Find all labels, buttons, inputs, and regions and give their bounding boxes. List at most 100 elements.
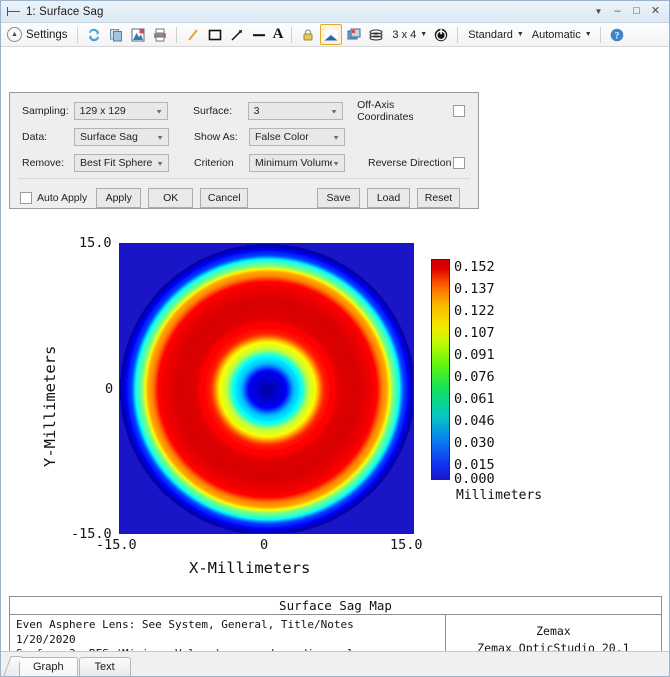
criterion-label: Criterion [194, 157, 234, 169]
settings-button-row: Auto Apply Apply OK Cancel Save Load Res… [10, 185, 478, 211]
colorbar-tick-6: 0.061 [454, 391, 495, 407]
off-axis-coordinates-label: Off-Axis Coordinates [357, 99, 414, 123]
colorbar-tick-3: 0.107 [454, 325, 495, 341]
ok-button[interactable]: OK [148, 188, 194, 208]
chevron-down-icon: ▼ [330, 107, 339, 115]
x-axis-title: X-Millimeters [189, 559, 311, 577]
colorbar-tick-2: 0.122 [454, 303, 495, 319]
criterion-select[interactable]: Minimum Volume ▼ [249, 154, 345, 172]
close-icon[interactable]: ✕ [646, 2, 665, 21]
auto-apply-label: Auto Apply [37, 192, 88, 204]
load-button[interactable]: Load [367, 188, 410, 208]
surface-select[interactable]: 3 ▼ [247, 102, 344, 120]
vendor-name: Zemax [536, 624, 571, 639]
bottom-tabstrip: Graph Text [1, 651, 669, 676]
minimize-icon[interactable]: – [608, 2, 627, 21]
style-selector[interactable]: Standard ▼ [464, 25, 526, 44]
help-icon[interactable]: ? [607, 25, 627, 44]
settings-row-2: Data: Surface Sag ▼ Show As: False Color… [10, 126, 478, 148]
text-icon-glyph: A [272, 26, 284, 42]
footer-title: Surface Sag Map [10, 597, 661, 615]
tab-text[interactable]: Text [78, 657, 131, 676]
surface-sag-window: 1: Surface Sag ▼ – □ ✕ ▲ Settings A 3 x … [0, 0, 670, 677]
x-tick-right: 15.0 [390, 537, 423, 553]
lock-icon[interactable] [298, 25, 318, 44]
sampling-select[interactable]: 129 x 129 ▼ [73, 102, 169, 120]
scale-selector[interactable]: Automatic ▼ [528, 25, 594, 44]
window-title: 1: Surface Sag [26, 5, 104, 18]
footer-line-2: 1/20/2020 [16, 632, 76, 646]
fit-window-icon[interactable] [320, 24, 343, 45]
thick-line-icon[interactable] [249, 25, 269, 44]
y-axis-title: Y-Millimeters [41, 345, 59, 467]
surface-label: Surface: [193, 105, 233, 117]
chevron-down-icon: ▼ [156, 159, 164, 167]
grid-size-label: 3 x 4 [392, 28, 417, 41]
criterion-value: Minimum Volume [255, 157, 333, 169]
reset-button[interactable]: Reset [417, 188, 460, 208]
line-color-icon[interactable] [183, 25, 203, 44]
footer-body: Even Asphere Lens: See System, General, … [10, 615, 661, 651]
toolbar-divider [76, 26, 78, 43]
footer-vendor-block: Zemax Zemax OpticStudio 20.1 [446, 615, 661, 651]
grid-size-selector[interactable]: 3 x 4 ▼ [388, 25, 429, 44]
chevron-down-icon: ▼ [156, 133, 164, 141]
refresh-icon[interactable] [84, 25, 104, 44]
surface-value: 3 [253, 105, 260, 117]
save-button[interactable]: Save [317, 188, 360, 208]
layers-icon[interactable] [344, 25, 364, 44]
show-as-select[interactable]: False Color ▼ [249, 128, 345, 146]
copy-icon[interactable] [106, 25, 126, 44]
print-icon[interactable] [150, 25, 170, 44]
chevron-down-icon: ▼ [155, 107, 164, 115]
cancel-button[interactable]: Cancel [200, 188, 249, 208]
remove-select[interactable]: Best Fit Sphere ▼ [74, 154, 169, 172]
settings-label: Settings [26, 28, 68, 41]
remove-value: Best Fit Sphere [80, 157, 153, 169]
colorbar-tick-10: 0.000 [454, 471, 495, 487]
sag-map-canvas [120, 244, 413, 533]
apply-button[interactable]: Apply [96, 188, 142, 208]
colorbar-tick-5: 0.076 [454, 369, 495, 385]
off-axis-coordinates-checkbox[interactable] [453, 105, 466, 117]
auto-apply-checkbox[interactable] [20, 192, 32, 204]
power-icon[interactable] [431, 25, 451, 44]
toolbar-divider-3 [291, 26, 293, 43]
reverse-direction-checkbox[interactable] [453, 157, 465, 169]
remove-label: Remove: [22, 157, 65, 169]
footer-line-1: Even Asphere Lens: See System, General, … [16, 618, 354, 631]
settings-toggle-button[interactable]: ▲ Settings [6, 25, 71, 44]
chevron-up-icon: ▲ [7, 27, 22, 42]
tab-graph[interactable]: Graph [19, 657, 78, 676]
graph-toolbar: ▲ Settings A 3 x 4 ▼ Standard ▼ Automati… [1, 23, 669, 47]
settings-rows: Sampling: 129 x 129 ▼ Surface: 3 ▼ Off-A… [10, 93, 478, 211]
toolbar-divider-4 [457, 26, 459, 43]
stack-icon[interactable] [366, 25, 386, 44]
maximize-icon[interactable]: □ [627, 2, 646, 21]
dock-window-icon [7, 6, 21, 18]
show-as-value: False Color [255, 131, 309, 143]
toolbar-divider-2 [175, 26, 177, 43]
style-label: Standard [468, 28, 513, 41]
colorbar-tick-8: 0.030 [454, 435, 495, 451]
footer-left-text: Even Asphere Lens: See System, General, … [10, 615, 446, 651]
x-tick-mid: 0 [260, 537, 269, 553]
text-icon[interactable]: A [271, 25, 286, 44]
chevron-down-icon: ▼ [332, 133, 340, 141]
arrow-icon[interactable] [227, 25, 247, 44]
settings-row-3: Remove: Best Fit Sphere ▼ Criterion Mini… [10, 152, 478, 174]
save-image-icon[interactable] [128, 25, 148, 44]
chevron-down-icon-2: ▼ [516, 31, 524, 38]
settings-panel: Sampling: 129 x 129 ▼ Surface: 3 ▼ Off-A… [9, 92, 479, 209]
chevron-down-icon: ▼ [420, 31, 428, 38]
data-label: Data: [22, 131, 48, 143]
auto-apply-group[interactable]: Auto Apply [20, 192, 87, 204]
svg-text:?: ? [614, 30, 619, 40]
settings-divider [18, 178, 470, 179]
x-tick-left: -15.0 [96, 537, 137, 553]
data-select[interactable]: Surface Sag ▼ [74, 128, 169, 146]
footer-right-column: Zemax Zemax OpticStudio 20.1 Even Aspher… [446, 615, 661, 651]
rectangle-icon[interactable] [205, 25, 225, 44]
colorbar-unit-label: Millimeters [456, 488, 543, 503]
window-dropdown-icon[interactable]: ▼ [589, 2, 608, 21]
